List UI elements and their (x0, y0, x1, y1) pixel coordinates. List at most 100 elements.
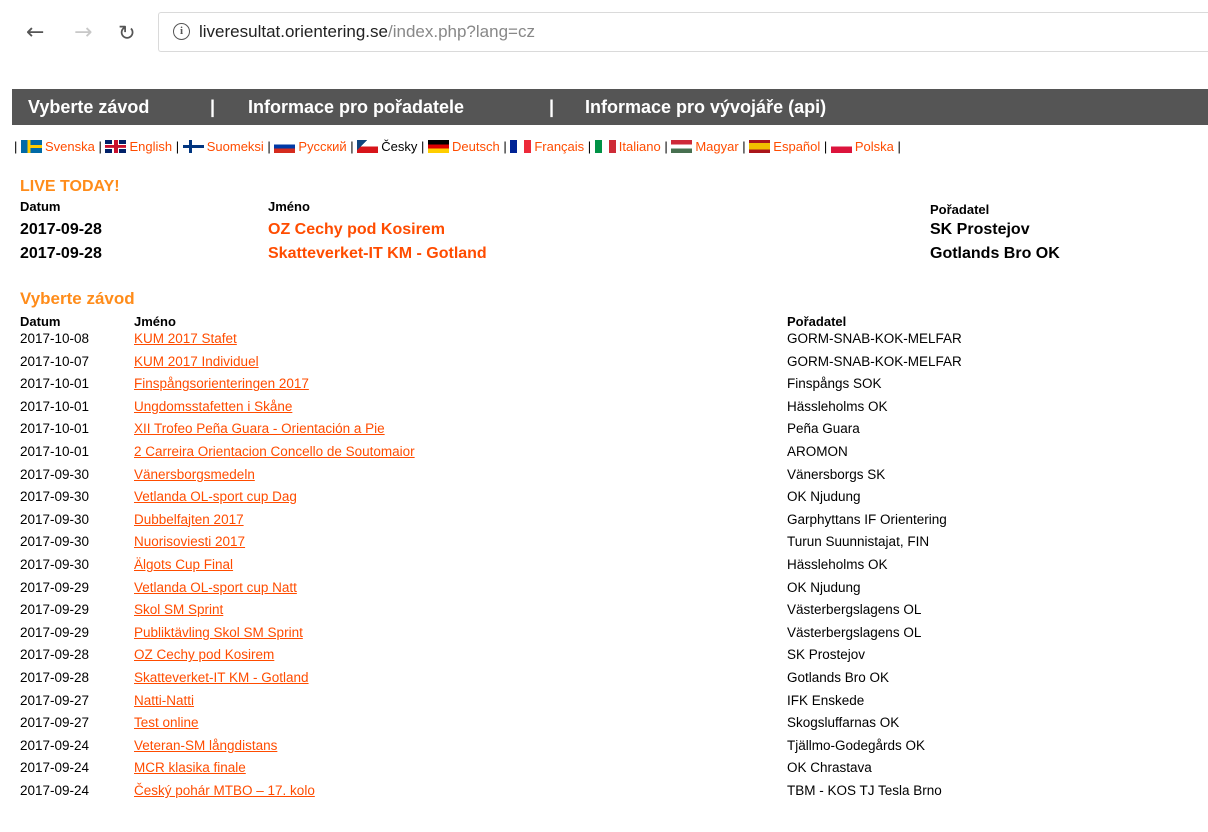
language-label: Suomeksi (206, 139, 264, 154)
flag-icon (21, 140, 42, 153)
language-link[interactable]: Magyar (671, 139, 739, 154)
nav-select-race[interactable]: Vyberte závod (28, 97, 149, 118)
race-row: 2017-09-24 Český pohár MTBO – 17. kolo TBM… (20, 783, 1200, 805)
race-row: 2017-10-01 2 Carreira Orientacion Concell… (20, 444, 1200, 466)
race-organizer: OK Chrastava (787, 760, 872, 776)
reload-icon[interactable]: ↻ (118, 22, 136, 44)
language-label: Deutsch (452, 139, 500, 154)
race-date: 2017-10-08 (20, 331, 90, 346)
race-date: 2017-09-24 (20, 783, 90, 798)
language-label: Русский (298, 139, 347, 154)
nav-organizer-info[interactable]: Informace pro pořadatele (248, 97, 464, 118)
race-row: 2017-10-01 XII Trofeo Peña Guara - Orient… (20, 421, 1200, 443)
race-organizer: SK Prostejov (787, 647, 866, 663)
race-link[interactable]: KUM 2017 Stafet (134, 331, 237, 346)
nav-separator: | (210, 97, 216, 117)
race-date: 2017-09-30 (20, 466, 90, 482)
language-label: Magyar (695, 139, 739, 154)
race-row: 2017-10-01 Ungdomsstafetten i Skåne Hässle… (20, 399, 1200, 421)
live-header-date: Datum (20, 199, 61, 214)
race-date: 2017-09-24 (20, 737, 90, 753)
url-host: liveresultat.orientering.se (199, 22, 388, 41)
race-date: 2017-09-30 (20, 534, 90, 550)
flag-icon (105, 140, 127, 153)
address-bar[interactable]: i liveresultat.orientering.se/index.php?… (158, 12, 1208, 52)
flag-icon (830, 140, 852, 153)
nav-developer-api[interactable]: Informace pro vývojáře (api) (585, 97, 826, 118)
race-date: 2017-09-28 (20, 670, 90, 685)
language-bar: | Svenska | English | Suomeksi | Русский… (14, 139, 901, 154)
live-today-title: LIVE TODAY! (20, 178, 120, 195)
race-link[interactable]: OZ Cechy pod Kosirem (134, 647, 274, 662)
language-link[interactable]: Suomeksi (182, 139, 264, 154)
race-organizer: Peña Guara (787, 421, 860, 437)
live-race-date: 2017-09-28 (20, 221, 102, 238)
language-link[interactable]: Italiano (594, 139, 661, 154)
live-race-link[interactable]: OZ Cechy pod Kosirem (268, 221, 445, 239)
url-path: /index.php?lang=cz (387, 22, 535, 41)
race-date: 2017-10-01 (20, 444, 90, 459)
race-link[interactable]: KUM 2017 Individuel (134, 354, 259, 369)
race-link[interactable]: 2 Carreira Orientacion Concello de Souto… (134, 444, 415, 459)
language-label: Polska (854, 139, 894, 154)
race-date: 2017-09-28 (20, 647, 90, 663)
race-link[interactable]: Finspångsorienteringen 2017 (134, 376, 309, 391)
race-organizer: Skogsluffarnas OK (787, 715, 900, 731)
flag-icon (671, 140, 693, 153)
race-organizer: Gotlands Bro OK (787, 670, 890, 685)
language-label: English (129, 139, 173, 154)
language-link[interactable]: Česky (357, 139, 417, 154)
live-race-link[interactable]: Skatteverket-IT KM - Gotland (268, 245, 487, 263)
language-label: Česky (381, 139, 418, 154)
language-link[interactable]: Deutsch (428, 139, 500, 154)
race-row: 2017-10-07 KUM 2017 Individuel GORM-SNAB-K… (20, 354, 1200, 376)
race-date: 2017-10-01 (20, 376, 90, 392)
forward-arrow-icon[interactable]: → (74, 22, 92, 44)
race-link[interactable]: Dubbelfajten 2017 (134, 512, 244, 527)
race-date: 2017-09-27 (20, 692, 90, 708)
language-link[interactable]: Español (749, 139, 820, 154)
race-date: 2017-10-01 (20, 421, 90, 437)
race-row: 2017-09-28 Skatteverket-IT KM - Gotland Go… (20, 670, 1200, 692)
race-row: 2017-09-30 Nuorisoviesti 2017 Turun Suunni… (20, 534, 1200, 556)
race-link[interactable]: Vetlanda OL-sport cup Dag (134, 489, 297, 504)
race-organizer: OK Njudung (787, 489, 861, 505)
race-organizer: GORM-SNAB-KOK-MELFAR (787, 331, 962, 346)
live-race-organizer: Gotlands Bro OK (930, 245, 1060, 262)
race-link[interactable]: Älgots Cup Final (134, 557, 233, 572)
race-link[interactable]: Skatteverket-IT KM - Gotland (134, 670, 309, 685)
race-link[interactable]: Vänersborgsmedeln (134, 467, 255, 482)
back-arrow-icon[interactable]: ← (26, 22, 44, 44)
race-date: 2017-09-30 (20, 489, 90, 505)
url-text[interactable]: liveresultat.orientering.se/index.php?la… (199, 22, 535, 42)
race-date: 2017-09-27 (20, 715, 90, 731)
race-link[interactable]: Test online (134, 715, 199, 730)
language-link[interactable]: Français (510, 139, 584, 154)
race-date: 2017-09-30 (20, 511, 90, 527)
race-link[interactable]: XII Trofeo Peña Guara - Orientación a Pi… (134, 421, 385, 436)
language-link[interactable]: Русский (274, 139, 347, 154)
race-link[interactable]: Ungdomsstafetten i Skåne (134, 399, 292, 414)
info-icon[interactable]: i (173, 23, 190, 40)
race-organizer: Finspångs SOK (787, 376, 882, 392)
browser-toolbar: ← → ↻ i liveresultat.orientering.se/inde… (0, 0, 1208, 64)
flag-icon (749, 140, 771, 153)
race-link[interactable]: Publiktävling Skol SM Sprint (134, 625, 303, 640)
live-header-name: Jméno (268, 199, 310, 214)
race-link[interactable]: MCR klasika finale (134, 760, 246, 775)
race-link[interactable]: Veteran-SM långdistans (134, 738, 277, 753)
race-date: 2017-09-30 (20, 557, 90, 572)
race-list-title: Vyberte závod (20, 289, 135, 308)
race-link[interactable]: Český pohár MTBO – 17. kolo (134, 783, 315, 798)
race-link[interactable]: Nuorisoviesti 2017 (134, 534, 245, 549)
language-label: Español (773, 139, 821, 154)
language-link[interactable]: English (105, 139, 172, 154)
language-link[interactable]: Svenska (21, 139, 95, 154)
race-link[interactable]: Vetlanda OL-sport cup Natt (134, 580, 297, 595)
race-row: 2017-09-27 Test online Skogsluffarnas OK (20, 715, 1200, 737)
flag-icon (182, 140, 204, 153)
race-link[interactable]: Skol SM Sprint (134, 602, 223, 617)
race-link[interactable]: Natti-Natti (134, 693, 194, 708)
language-link[interactable]: Polska (830, 139, 894, 154)
race-row: 2017-09-30 Vänersborgsmedeln Vänersborgs S… (20, 467, 1200, 489)
